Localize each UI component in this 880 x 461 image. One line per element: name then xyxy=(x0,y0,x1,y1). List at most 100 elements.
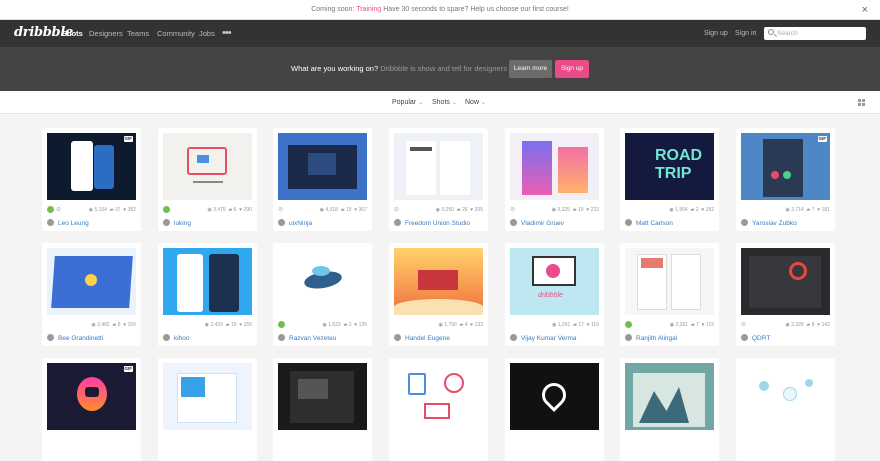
shot-card[interactable]: ◉ 2,482 ▰ 8 ♥ 156 xyxy=(42,243,141,346)
shot-author[interactable]: Handel Eugene xyxy=(394,333,450,345)
shot-author[interactable]: Matt Carlson xyxy=(625,218,673,230)
signin-link[interactable]: Sign in xyxy=(735,20,756,47)
avatar[interactable] xyxy=(394,219,401,226)
avatar[interactable] xyxy=(163,334,170,341)
close-icon[interactable]: × xyxy=(862,0,868,20)
author-name[interactable]: Handel Eugene xyxy=(405,335,450,342)
avatar[interactable] xyxy=(394,334,401,341)
shot-author[interactable]: Bee Grandinetti xyxy=(47,333,103,345)
shot-thumbnail[interactable] xyxy=(278,248,367,315)
author-name[interactable]: Bee Grandinetti xyxy=(58,335,103,342)
grid-view-icon[interactable] xyxy=(858,99,865,106)
shot-card[interactable]: ROAD TRIP ◉ 1,564 ▰ 2 ♥ 182 xyxy=(620,128,719,231)
nav-designers[interactable]: Designers xyxy=(89,20,123,47)
sign-up-button[interactable]: Sign up xyxy=(555,60,589,78)
shot-thumbnail[interactable]: GIF xyxy=(741,133,830,200)
shot-card[interactable]: ⊘ ◉ 3,325 ▰ 10 ♥ 222 xyxy=(505,128,604,231)
shot-author[interactable]: Vladimir Gruev xyxy=(510,218,564,230)
author-name[interactable]: Vladimir Gruev xyxy=(521,220,564,227)
shot-thumbnail[interactable] xyxy=(163,363,252,430)
author-name[interactable]: Matt Carlson xyxy=(636,220,673,227)
avatar[interactable] xyxy=(510,219,517,226)
avatar[interactable] xyxy=(47,219,54,226)
shot-author[interactable]: uixNinja xyxy=(278,218,312,230)
shot-card[interactable] xyxy=(158,358,257,461)
author-name[interactable]: Razvan Vezeteu xyxy=(289,335,336,342)
author-name[interactable]: Vijay Kumar Verma xyxy=(521,335,577,342)
likes-icon[interactable]: ♥ xyxy=(470,207,473,213)
shot-card[interactable] xyxy=(273,358,372,461)
likes-icon[interactable]: ♥ xyxy=(817,322,820,328)
shot-author[interactable]: luking xyxy=(163,218,191,230)
shot-thumbnail[interactable] xyxy=(510,363,599,430)
shot-thumbnail[interactable] xyxy=(625,363,714,430)
filter-shots[interactable]: Shots ⌄ xyxy=(432,91,457,115)
shot-thumbnail[interactable]: dribbble xyxy=(510,248,599,315)
likes-icon[interactable]: ♥ xyxy=(239,322,242,328)
filter-popular[interactable]: Popular ⌄ xyxy=(392,91,423,115)
shot-card[interactable]: dribbble ◉ 1,261 ▰ 17 ♥ 115 xyxy=(505,243,604,346)
shot-thumbnail[interactable] xyxy=(163,248,252,315)
shot-author[interactable]: Razvan Vezeteu xyxy=(278,333,336,345)
shot-author[interactable]: kihoo xyxy=(163,333,190,345)
shot-card[interactable]: ◉ 1,623 ▰ 2 ♥ 135 xyxy=(273,243,372,346)
avatar[interactable] xyxy=(625,334,632,341)
likes-icon[interactable]: ♥ xyxy=(702,322,705,328)
shot-card[interactable] xyxy=(389,358,488,461)
shot-thumbnail[interactable] xyxy=(394,363,483,430)
author-name[interactable]: kihoo xyxy=(174,335,190,342)
shot-thumbnail[interactable]: GIF xyxy=(47,363,136,430)
shot-author[interactable]: Ranjith Alingal xyxy=(625,333,677,345)
nav-community[interactable]: Community xyxy=(157,20,195,47)
search-input[interactable]: Search xyxy=(764,27,866,40)
shot-card[interactable]: ⊘ ◉ 2,328 ▰ 8 ♥ 142 xyxy=(736,243,835,346)
shot-thumbnail[interactable] xyxy=(278,363,367,430)
author-name[interactable]: Leo Leung xyxy=(58,220,89,227)
shot-thumbnail[interactable]: GIF xyxy=(47,133,136,200)
author-name[interactable]: QDRT xyxy=(752,335,770,342)
shot-card[interactable]: ◉ 1,790 ▰ 4 ♥ 133 xyxy=(389,243,488,346)
shot-card[interactable]: GIF ◉ 2,714 ▰ 7 ♥ 181 xyxy=(736,128,835,231)
shot-card[interactable]: GIF xyxy=(42,358,141,461)
shot-card[interactable]: ⊘ ◉ 4,318 ▰ 15 ♥ 367 xyxy=(273,128,372,231)
avatar[interactable] xyxy=(741,334,748,341)
shot-card[interactable] xyxy=(620,358,719,461)
shot-thumbnail[interactable] xyxy=(47,248,136,315)
shot-thumbnail[interactable] xyxy=(394,133,483,200)
avatar[interactable] xyxy=(625,219,632,226)
avatar[interactable] xyxy=(278,219,285,226)
shot-author[interactable]: Vijay Kumar Verma xyxy=(510,333,577,345)
shot-thumbnail[interactable] xyxy=(741,248,830,315)
shot-thumbnail[interactable]: ROAD TRIP xyxy=(625,133,714,200)
shot-card[interactable]: ◉ 3,475 ▰ 6 ♥ 290 xyxy=(158,128,257,231)
shot-card[interactable]: ⊘ ◉ 3,250 ▰ 26 ♥ 205 xyxy=(389,128,488,231)
likes-icon[interactable]: ♥ xyxy=(354,322,357,328)
learn-more-button[interactable]: Learn more xyxy=(509,60,552,78)
shot-card[interactable] xyxy=(505,358,604,461)
nav-shots[interactable]: Shots xyxy=(62,20,83,47)
likes-icon[interactable]: ♥ xyxy=(239,207,242,213)
filter-time[interactable]: Now ⌄ xyxy=(465,91,486,115)
avatar[interactable] xyxy=(510,334,517,341)
likes-icon[interactable]: ♥ xyxy=(586,207,589,213)
likes-icon[interactable]: ♥ xyxy=(470,322,473,328)
shot-card[interactable]: ◉ 2,261 ▰ 7 ♥ 115 xyxy=(620,243,719,346)
likes-icon[interactable]: ♥ xyxy=(817,207,820,213)
avatar[interactable] xyxy=(47,334,54,341)
likes-icon[interactable]: ♥ xyxy=(123,322,126,328)
announcement-link[interactable]: Training xyxy=(356,6,381,13)
likes-icon[interactable]: ♥ xyxy=(123,207,126,213)
nav-teams[interactable]: Teams xyxy=(127,20,149,47)
shot-thumbnail[interactable] xyxy=(510,133,599,200)
nav-jobs[interactable]: Jobs xyxy=(199,20,215,47)
avatar[interactable] xyxy=(741,219,748,226)
shot-thumbnail[interactable] xyxy=(394,248,483,315)
shot-author[interactable]: Yaroslav Zubko xyxy=(741,218,797,230)
shot-thumbnail[interactable] xyxy=(625,248,714,315)
author-name[interactable]: uixNinja xyxy=(289,220,312,227)
shot-thumbnail[interactable] xyxy=(163,133,252,200)
author-name[interactable]: Yaroslav Zubko xyxy=(752,220,797,227)
shot-author[interactable]: Freedom Union Studio xyxy=(394,218,470,230)
more-icon[interactable]: ••• xyxy=(222,20,232,47)
avatar[interactable] xyxy=(278,334,285,341)
